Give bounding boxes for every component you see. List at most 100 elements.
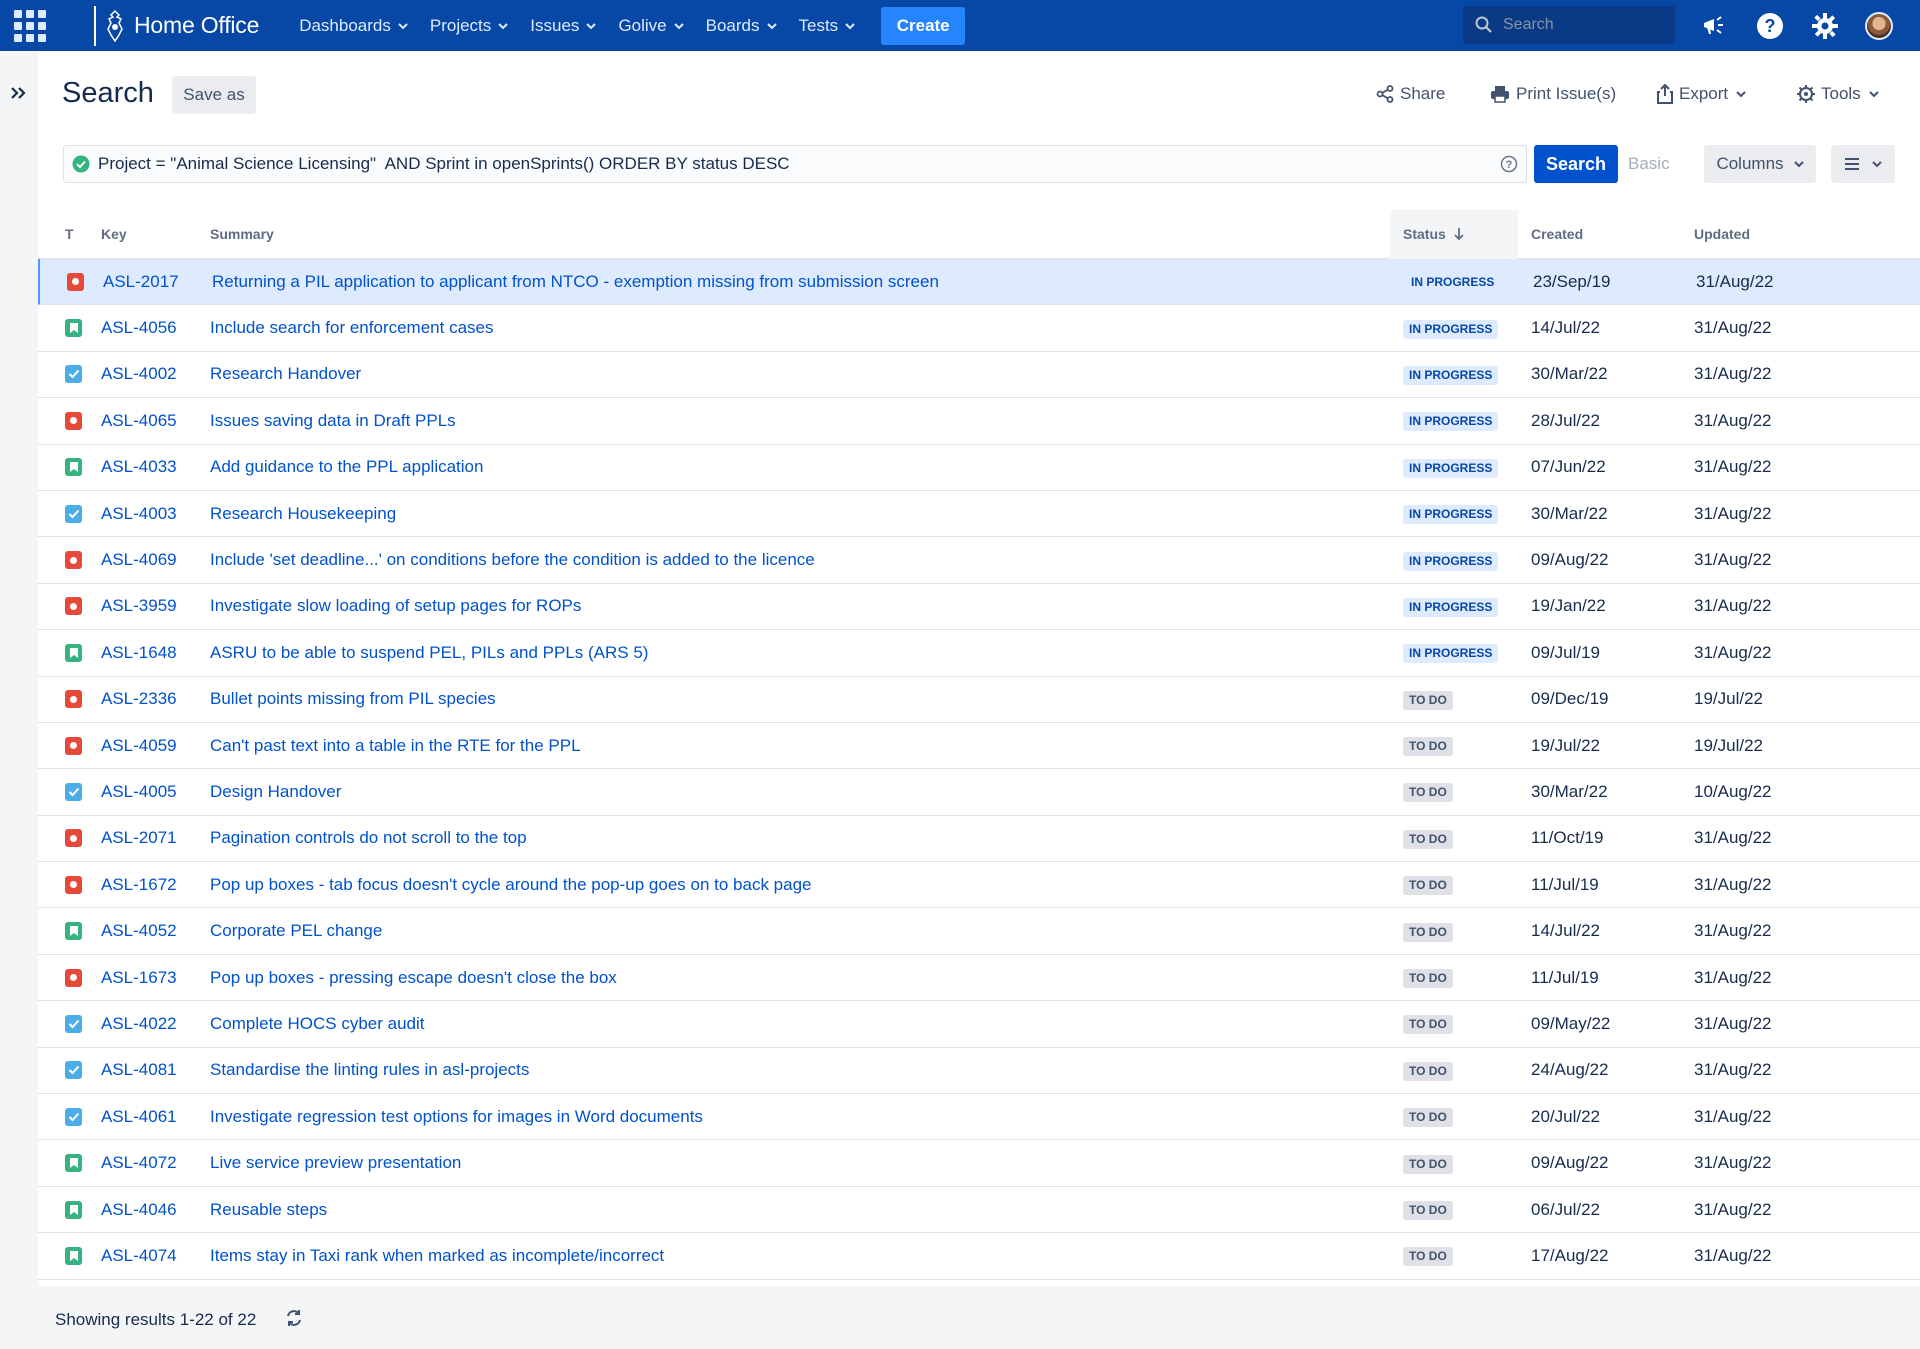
header-created[interactable]: Created [1518,226,1681,242]
table-row[interactable]: ASL-4065 Issues saving data in Draft PPLs… [38,398,1920,445]
table-row[interactable]: ASL-4052 Corporate PEL change TO DO 14/Jul/… [38,908,1920,955]
share-button[interactable]: Share [1376,84,1445,104]
settings-button[interactable] [1811,12,1839,40]
menu-issues[interactable]: Issues [530,16,597,36]
issue-summary-link[interactable]: Research Handover [210,364,361,383]
table-row[interactable]: ASL-2336 Bullet points missing from PIL s… [38,677,1920,723]
table-row[interactable]: ASL-4059 Can't past text into a table in … [38,723,1920,770]
issue-summary-link[interactable]: Pop up boxes - tab focus doesn't cycle a… [210,875,812,894]
issue-key-link[interactable]: ASL-4056 [101,318,177,337]
issue-key-link[interactable]: ASL-4061 [101,1107,177,1126]
issue-key-link[interactable]: ASL-2336 [101,689,177,708]
issue-summary-link[interactable]: Reusable steps [210,1200,327,1219]
issue-summary-link[interactable]: Bullet points missing from PIL species [210,689,496,708]
table-row[interactable]: ASL-4005 Design Handover TO DO 30/Mar/22 10/… [38,769,1920,816]
header-summary[interactable]: Summary [181,226,1390,242]
issue-key-link[interactable]: ASL-4072 [101,1153,177,1172]
menu-golive[interactable]: Golive [618,16,684,36]
issue-summary-link[interactable]: Items stay in Taxi rank when marked as i… [210,1246,664,1265]
issue-summary-link[interactable]: Can't past text into a table in the RTE … [210,736,581,755]
table-row[interactable]: ASL-1648 ASRU to be able to suspend PEL, … [38,630,1920,677]
issue-key-link[interactable]: ASL-4022 [101,1014,177,1033]
basic-search-link[interactable]: Basic [1628,154,1670,174]
issue-key-link[interactable]: ASL-4074 [101,1246,177,1265]
menu-dashboards[interactable]: Dashboards [299,16,408,36]
issue-summary-link[interactable]: Standardise the linting rules in asl-pro… [210,1060,529,1079]
issue-summary-link[interactable]: Corporate PEL change [210,921,382,940]
issue-summary-link[interactable]: Include 'set deadline...' on conditions … [210,550,815,569]
issue-key-link[interactable]: ASL-4069 [101,550,177,569]
table-row[interactable]: ASL-4003 Research Housekeeping IN PROGRESS… [38,491,1920,538]
table-row[interactable]: ASL-4072 Live service preview presentatio… [38,1140,1920,1187]
table-row[interactable]: ASL-4033 Add guidance to the PPL applicat… [38,445,1920,491]
issue-key-link[interactable]: ASL-4005 [101,782,177,801]
issue-key-link[interactable]: ASL-3959 [101,596,177,615]
issue-summary-link[interactable]: Investigate regression test options for … [210,1107,703,1126]
question-circle-icon[interactable]: ? [1500,155,1518,173]
columns-button[interactable]: Columns [1704,145,1816,183]
issue-summary-link[interactable]: Design Handover [210,782,341,801]
issue-key-link[interactable]: ASL-1648 [101,643,177,662]
issue-key-link[interactable]: ASL-4059 [101,736,177,755]
header-status[interactable]: Status [1390,209,1518,259]
header-type[interactable]: T [38,226,82,242]
table-row[interactable]: ASL-4056 Include search for enforcement c… [38,305,1920,352]
table-row[interactable]: ASL-1672 Pop up boxes - tab focus doesn't… [38,862,1920,909]
issue-key-link[interactable]: ASL-4052 [101,921,177,940]
issue-summary-link[interactable]: Include search for enforcement cases [210,318,493,337]
export-button[interactable]: Export [1657,84,1746,104]
issue-key-link[interactable]: ASL-1672 [101,875,177,894]
table-row[interactable]: ASL-4074 Items stay in Taxi rank when mar… [38,1233,1920,1280]
table-row[interactable]: ASL-4061 Investigate regression test opti… [38,1094,1920,1141]
issue-summary-link[interactable]: Pagination controls do not scroll to the… [210,828,527,847]
table-row[interactable]: ASL-4002 Research Handover IN PROGRESS 30/M… [38,352,1920,399]
issue-key-link[interactable]: ASL-4033 [101,457,177,476]
issue-key-link[interactable]: ASL-4003 [101,504,177,523]
table-row[interactable]: ASL-1673 Pop up boxes - pressing escape d… [38,955,1920,1002]
view-options-button[interactable] [1831,145,1895,183]
home-office-logo-link[interactable]: Home Office [94,5,259,46]
table-row[interactable]: ASL-4081 Standardise the linting rules in… [38,1048,1920,1095]
header-key[interactable]: Key [82,226,181,242]
tools-button[interactable]: Tools [1797,84,1879,104]
jql-query-input[interactable]: Project = "Animal Science Licensing" AND… [63,145,1527,183]
issue-summary-link[interactable]: Issues saving data in Draft PPLs [210,411,456,430]
issue-summary-link[interactable]: Live service preview presentation [210,1153,461,1172]
quick-search[interactable] [1463,6,1675,44]
menu-tests[interactable]: Tests [799,16,856,36]
issue-key-link[interactable]: ASL-4081 [101,1060,177,1079]
search-button[interactable]: Search [1534,145,1618,183]
user-avatar[interactable] [1865,12,1893,40]
expand-sidebar-button[interactable] [10,83,26,106]
create-button[interactable]: Create [881,6,966,45]
issue-summary-link[interactable]: Investigate slow loading of setup pages … [210,596,581,615]
menu-projects[interactable]: Projects [430,16,509,36]
table-row[interactable]: ASL-4046 Reusable steps TO DO 06/Jul/22 31/A… [38,1187,1920,1234]
issue-key-link[interactable]: ASL-4002 [101,364,177,383]
quick-search-input[interactable] [1503,16,1663,34]
issue-summary-link[interactable]: Pop up boxes - pressing escape doesn't c… [210,968,617,987]
save-as-button[interactable]: Save as [172,76,256,114]
header-updated[interactable]: Updated [1681,226,1881,242]
help-button[interactable]: ? [1756,12,1784,40]
app-switcher-button[interactable] [0,0,60,51]
print-issues-button[interactable]: Print Issue(s) [1490,84,1616,104]
table-row[interactable]: ASL-3959 Investigate slow loading of setu… [38,584,1920,631]
issue-summary-link[interactable]: Research Housekeeping [210,504,396,523]
issue-summary-link[interactable]: Complete HOCS cyber audit [210,1014,424,1033]
table-row[interactable]: ASL-2071 Pagination controls do not scrol… [38,816,1920,863]
table-row[interactable]: ASL-2017 Returning a PIL application to a… [38,259,1920,306]
issue-key-link[interactable]: ASL-2071 [101,828,177,847]
table-row[interactable]: ASL-4069 Include 'set deadline...' on con… [38,537,1920,584]
issue-summary-link[interactable]: ASRU to be able to suspend PEL, PILs and… [210,643,648,662]
notifications-button[interactable] [1700,12,1728,40]
jql-query-text[interactable]: Project = "Animal Science Licensing" AND… [98,154,790,174]
menu-boards[interactable]: Boards [706,16,777,36]
issue-key-link[interactable]: ASL-1673 [101,968,177,987]
issue-summary-link[interactable]: Returning a PIL application to applicant… [212,272,939,291]
issue-key-link[interactable]: ASL-2017 [103,272,179,291]
refresh-button[interactable] [284,1308,304,1333]
table-row[interactable]: ASL-4022 Complete HOCS cyber audit TO DO 09… [38,1001,1920,1048]
issue-key-link[interactable]: ASL-4065 [101,411,177,430]
issue-key-link[interactable]: ASL-4046 [101,1200,177,1219]
